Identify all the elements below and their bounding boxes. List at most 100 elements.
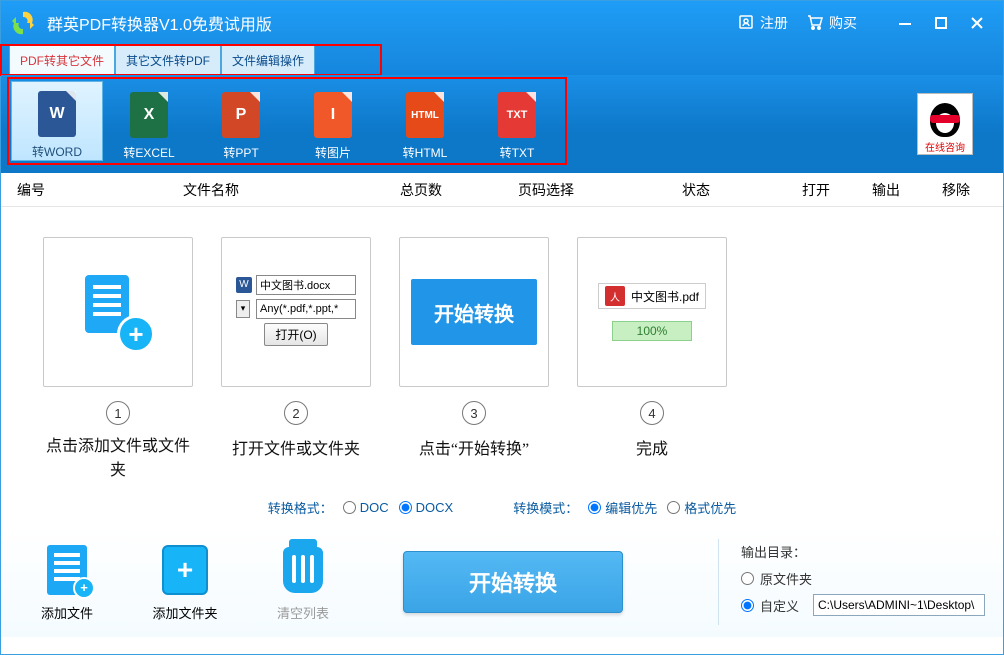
radio-custom-folder[interactable]: 自定义 — [741, 594, 985, 616]
output-directory-panel: 输出目录： 原文件夹 自定义 — [741, 542, 985, 622]
step-3-illustration: 开始转换 — [399, 237, 549, 387]
convert-label: 转图片 — [315, 144, 351, 161]
step-1-number: 1 — [106, 401, 130, 425]
mock-progress: 100% — [612, 321, 693, 341]
online-support-button[interactable]: 在线咨询 — [917, 93, 973, 155]
chevron-down-icon: ▾ — [236, 300, 250, 318]
convert-label: 转TXT — [500, 144, 535, 161]
plus-icon: + — [117, 315, 155, 353]
tab-label: 文件编辑操作 — [232, 52, 304, 69]
tab-file-edit[interactable]: 文件编辑操作 — [221, 45, 315, 75]
mock-filter-input — [256, 299, 356, 319]
mock-open-button: 打开(O) — [264, 323, 327, 346]
tab-label: PDF转其它文件 — [20, 52, 104, 69]
step-2-label: 打开文件或文件夹 — [232, 435, 360, 459]
radio-format-priority[interactable]: 格式优先 — [667, 498, 736, 517]
convert-label: 转EXCEL — [123, 144, 174, 161]
step-3-label: 点击“开始转换” — [419, 435, 529, 459]
trash-icon — [279, 543, 327, 597]
radio-same-folder[interactable]: 原文件夹 — [741, 569, 985, 588]
convert-to-ppt-button[interactable]: P 转PPT — [195, 81, 287, 161]
radio-docx[interactable]: DOCX — [399, 500, 454, 515]
col-name: 文件名称 — [61, 180, 361, 200]
txt-icon: TXT — [498, 92, 536, 138]
step-4-number: 4 — [640, 401, 664, 425]
word-mini-icon: W — [236, 277, 252, 293]
register-button[interactable]: 注册 — [737, 13, 788, 34]
step-4: 人中文图书.pdf 100% 4 完成 — [577, 237, 727, 459]
convert-format-label: 转换格式： — [268, 498, 333, 517]
col-status: 状态 — [611, 180, 781, 200]
step-1-label: 点击添加文件或文件夹 — [43, 435, 193, 483]
convert-to-word-button[interactable]: W 转WORD — [11, 81, 103, 161]
buy-button[interactable]: 购买 — [806, 13, 857, 34]
convert-label: 转PPT — [223, 144, 258, 161]
add-file-label: 添加文件 — [41, 603, 93, 622]
add-folder-button[interactable]: + 添加文件夹 — [137, 543, 233, 622]
mock-start-button: 开始转换 — [411, 279, 537, 345]
col-remove: 移除 — [921, 180, 991, 200]
html-icon: HTML — [406, 92, 444, 138]
convert-label: 转HTML — [403, 144, 448, 161]
image-icon: I — [314, 92, 352, 138]
col-range: 页码选择 — [481, 180, 611, 200]
bottom-action-bar: + 添加文件 + 添加文件夹 清空列表 开始转换 输出目录： 原文件夹 自定义 — [1, 527, 1003, 637]
file-list-headers: 编号 文件名称 总页数 页码选择 状态 打开 输出 移除 — [1, 173, 1003, 207]
format-options-row: 转换格式： DOC DOCX 转换模式： 编辑优先 格式优先 — [1, 487, 1003, 527]
output-dir-label: 输出目录： — [741, 542, 985, 561]
add-file-button[interactable]: + 添加文件 — [19, 543, 115, 622]
step-3-number: 3 — [462, 401, 486, 425]
pdf-icon: 人 — [605, 286, 625, 306]
step-1-illustration: + — [43, 237, 193, 387]
output-path-input[interactable] — [813, 594, 985, 616]
step-3: 开始转换 3 点击“开始转换” — [399, 237, 549, 459]
convert-mode-label: 转换模式： — [513, 498, 578, 517]
online-support-label: 在线咨询 — [925, 139, 965, 154]
window-controls — [887, 8, 995, 38]
start-convert-label: 开始转换 — [469, 566, 557, 598]
col-pages: 总页数 — [361, 180, 481, 200]
mock-result-file: 人中文图书.pdf — [598, 283, 706, 309]
qq-penguin-icon — [928, 101, 962, 139]
step-2-illustration: W ▾ 打开(O) — [221, 237, 371, 387]
buy-label: 购买 — [829, 13, 857, 33]
tab-pdf-to-other[interactable]: PDF转其它文件 — [9, 45, 115, 75]
clear-list-label: 清空列表 — [277, 603, 329, 622]
step-4-illustration: 人中文图书.pdf 100% — [577, 237, 727, 387]
convert-to-excel-button[interactable]: X 转EXCEL — [103, 81, 195, 161]
radio-edit-priority[interactable]: 编辑优先 — [588, 498, 657, 517]
tab-label: 其它文件转PDF — [126, 52, 210, 69]
mock-filename-input — [256, 275, 356, 295]
radio-doc[interactable]: DOC — [343, 500, 389, 515]
tabs-row: PDF转其它文件 其它文件转PDF 文件编辑操作 — [1, 45, 1003, 75]
convert-label: 转WORD — [32, 143, 82, 160]
tab-other-to-pdf[interactable]: 其它文件转PDF — [115, 45, 221, 75]
convert-to-txt-button[interactable]: TXT 转TXT — [471, 81, 563, 161]
register-label: 注册 — [760, 13, 788, 33]
convert-to-html-button[interactable]: HTML 转HTML — [379, 81, 471, 161]
convert-to-image-button[interactable]: I 转图片 — [287, 81, 379, 161]
close-button[interactable] — [959, 8, 995, 38]
maximize-button[interactable] — [923, 8, 959, 38]
add-folder-label: 添加文件夹 — [152, 603, 217, 622]
excel-icon: X — [130, 92, 168, 138]
step-2-number: 2 — [284, 401, 308, 425]
add-file-icon: + — [43, 543, 91, 597]
app-logo-icon — [9, 9, 37, 37]
step-2: W ▾ 打开(O) 2 打开文件或文件夹 — [221, 237, 371, 459]
titlebar: 群英PDF转换器V1.0免费试用版 注册 购买 — [1, 1, 1003, 45]
step-1: + 1 点击添加文件或文件夹 — [43, 237, 193, 483]
add-folder-icon: + — [161, 543, 209, 597]
start-convert-button[interactable]: 开始转换 — [403, 551, 623, 613]
empty-state-steps: + 1 点击添加文件或文件夹 W ▾ 打开(O) 2 打开文件或文件夹 开始转换… — [1, 207, 1003, 487]
cart-icon — [806, 13, 824, 34]
register-icon — [737, 13, 755, 34]
minimize-button[interactable] — [887, 8, 923, 38]
col-id: 编号 — [1, 180, 61, 200]
step-4-label: 完成 — [636, 435, 668, 459]
col-output: 输出 — [851, 180, 921, 200]
conversion-toolbar: W 转WORD X 转EXCEL P 转PPT I 转图片 HTML 转HTML… — [1, 75, 1003, 173]
col-open: 打开 — [781, 180, 851, 200]
vertical-separator — [718, 539, 719, 625]
clear-list-button[interactable]: 清空列表 — [255, 543, 351, 622]
